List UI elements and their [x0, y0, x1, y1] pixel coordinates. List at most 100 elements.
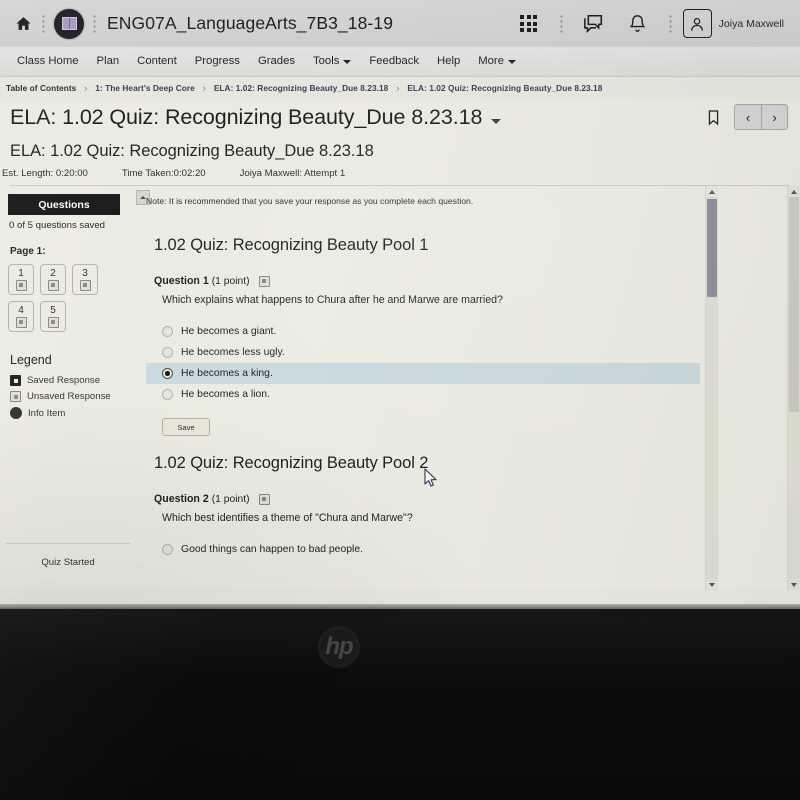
pool-title-1: 1.02 Quiz: Recognizing Beauty Pool 1 — [154, 236, 429, 254]
course-title[interactable]: ENG07A_LanguageArts_7B3_18-19 — [107, 13, 393, 34]
question-button-3[interactable]: 3 — [72, 264, 98, 295]
questions-panel-header: Questions — [8, 194, 120, 215]
nav-item-feedback[interactable]: Feedback — [360, 55, 428, 67]
chevron-right-icon: › — [84, 83, 88, 93]
breadcrumb-item-lesson[interactable]: ELA: 1.02: Recognizing Beauty_Due 8.23.1… — [214, 83, 389, 93]
quiz-header: ELA: 1.02 Quiz: Recognizing Beauty_Due 8… — [0, 136, 800, 186]
radio-button[interactable] — [162, 347, 173, 358]
radio-button[interactable] — [162, 544, 173, 555]
radio-button[interactable] — [162, 368, 173, 379]
page-actions: ‹ › — [707, 104, 788, 130]
top-bar: ENG07A_LanguageArts_7B3_18-19 Joiya Maxw… — [0, 0, 800, 47]
nav-item-help[interactable]: Help — [428, 54, 469, 67]
option-1[interactable]: Good things can happen to bad people. — [146, 539, 700, 560]
nav-item-tools[interactable]: Tools — [304, 55, 360, 67]
nav-label: Class Home — [17, 54, 79, 67]
chevron-right-icon: › — [396, 83, 400, 93]
scrollbar-thumb[interactable] — [707, 199, 717, 297]
option-label: He becomes a giant. — [181, 326, 277, 337]
option-label: He becomes less ugly. — [181, 347, 285, 358]
nav-label: Progress — [194, 54, 240, 67]
course-logo-icon[interactable] — [54, 8, 84, 39]
scroll-down-icon[interactable] — [706, 579, 718, 590]
divider — [93, 13, 96, 34]
question-label: Question 1 — [154, 275, 209, 287]
top-bar-actions: Joiya Maxwell — [507, 9, 786, 39]
nav-label: Grades — [257, 54, 295, 67]
scrollbar-track[interactable] — [788, 197, 800, 579]
breadcrumb-item-quiz[interactable]: ELA: 1.02 Quiz: Recognizing Beauty_Due 8… — [407, 83, 602, 93]
question-button-5[interactable]: 5 — [40, 301, 66, 332]
question-button-grid: 1 2 3 4 5 — [8, 264, 124, 332]
scrollbar-track[interactable] — [706, 197, 718, 579]
chevron-down-icon[interactable] — [491, 118, 502, 124]
radio-button[interactable] — [162, 326, 173, 337]
scrollbar-thumb[interactable] — [789, 197, 799, 412]
quiz-time-taken: Time Taken:0:02:20 — [121, 168, 206, 179]
hp-brand-logo: hp — [318, 626, 360, 668]
option-2[interactable]: He becomes less ugly. — [146, 342, 700, 363]
save-button[interactable]: Save — [162, 418, 210, 436]
breadcrumb-item-table-of-contents[interactable]: Table of Contents — [6, 83, 76, 93]
inner-scrollbar[interactable] — [705, 186, 718, 590]
question-number: 5 — [50, 304, 56, 316]
nav-item-class-home[interactable]: Class Home — [8, 54, 88, 67]
bell-icon[interactable] — [623, 9, 653, 39]
unsaved-response-icon — [79, 279, 91, 291]
laptop-photo: ENG07A_LanguageArts_7B3_18-19 Joiya Maxw… — [0, 0, 800, 800]
app-grid-icon[interactable] — [514, 9, 544, 39]
bookmark-icon[interactable] — [707, 109, 720, 126]
page-title: ELA: 1.02 Quiz: Recognizing Beauty_Due 8… — [10, 104, 483, 129]
breadcrumb-item-unit[interactable]: 1: The Heart's Deep Core — [95, 83, 195, 93]
scroll-down-icon[interactable] — [788, 579, 800, 590]
question-button-1[interactable]: 1 — [8, 264, 34, 295]
legend-item-info: ? Info Item — [10, 407, 136, 419]
user-avatar-icon[interactable] — [682, 9, 712, 38]
nav-label: Help — [437, 54, 461, 67]
nav-item-content[interactable]: Content — [128, 55, 186, 67]
nav-item-plan[interactable]: Plan — [88, 55, 129, 67]
page-scrollbar[interactable] — [787, 186, 800, 590]
previous-page-button[interactable]: ‹ — [735, 105, 761, 129]
option-3[interactable]: He becomes a king. — [146, 363, 700, 384]
info-item-icon: ? — [10, 407, 22, 419]
breadcrumb: Table of Contents › 1: The Heart's Deep … — [0, 77, 800, 99]
chevron-right-icon: › — [202, 83, 206, 93]
page-title-row: ELA: 1.02 Quiz: Recognizing Beauty_Due 8… — [0, 99, 800, 136]
quiz-started-status: Quiz Started — [41, 557, 95, 568]
chevron-down-icon — [343, 60, 352, 65]
question-number: 1 — [18, 267, 24, 279]
page-label: Page 1: — [10, 246, 46, 257]
question-button-4[interactable]: 4 — [8, 301, 34, 332]
nav-item-progress[interactable]: Progress — [186, 54, 249, 67]
option-1[interactable]: He becomes a giant. — [146, 321, 700, 342]
divider — [6, 543, 130, 544]
question-info-icon[interactable] — [258, 275, 270, 287]
question-button-2[interactable]: 2 — [40, 264, 66, 295]
next-page-button[interactable]: › — [761, 105, 787, 129]
question-info-icon[interactable] — [258, 493, 270, 505]
unsaved-response-icon — [15, 316, 27, 328]
scroll-up-icon[interactable] — [788, 186, 800, 197]
option-4[interactable]: He becomes a lion. — [146, 384, 700, 405]
option-label: He becomes a king. — [181, 368, 273, 379]
laptop-bezel — [0, 604, 800, 800]
chat-bubbles-icon[interactable] — [579, 9, 609, 39]
question-points: (1 point) — [211, 275, 250, 287]
legend-label: Unsaved Response — [27, 391, 111, 402]
quiz-attempt: Joiya Maxwell: Attempt 1 — [239, 168, 346, 179]
chevron-down-icon — [507, 60, 516, 65]
legend-item-unsaved: Unsaved Response — [10, 391, 136, 402]
divider — [559, 13, 563, 34]
user-name[interactable]: Joiya Maxwell — [719, 18, 786, 30]
nav-item-grades[interactable]: Grades — [249, 54, 304, 67]
radio-button[interactable] — [162, 389, 173, 400]
legend-label: Info Item — [28, 407, 66, 419]
legend-label: Saved Response — [27, 375, 101, 386]
home-icon[interactable] — [14, 14, 33, 33]
hp-logo-text: hp — [325, 633, 353, 660]
main-navigation: Class Home Plan Content Progress Grades … — [0, 47, 800, 77]
nav-item-more[interactable]: More — [469, 55, 525, 67]
pool-title-2: 1.02 Quiz: Recognizing Beauty Pool 2 — [154, 454, 429, 472]
scroll-up-icon[interactable] — [706, 186, 718, 197]
